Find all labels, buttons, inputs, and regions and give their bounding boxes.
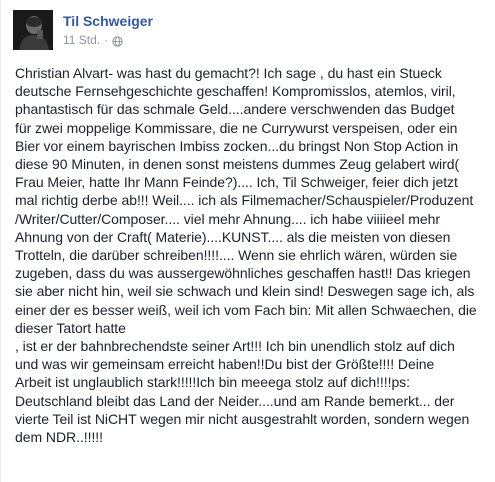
post-card: Til Schweiger 11 Std. · Christian Alvart… (0, 0, 495, 482)
post-header: Til Schweiger 11 Std. · (13, 10, 153, 50)
author-name-link[interactable]: Til Schweiger (63, 12, 153, 30)
post-timestamp-link[interactable]: 11 Std. (63, 32, 100, 48)
globe-icon[interactable] (112, 35, 123, 47)
meta-separator: · (104, 33, 109, 47)
post-subline: 11 Std. · (63, 32, 153, 48)
post-text: Christian Alvart- was hast du gemacht?! … (15, 65, 477, 446)
avatar-photo (13, 10, 53, 50)
avatar[interactable] (13, 10, 53, 50)
post-meta: Til Schweiger 11 Std. · (63, 12, 153, 48)
